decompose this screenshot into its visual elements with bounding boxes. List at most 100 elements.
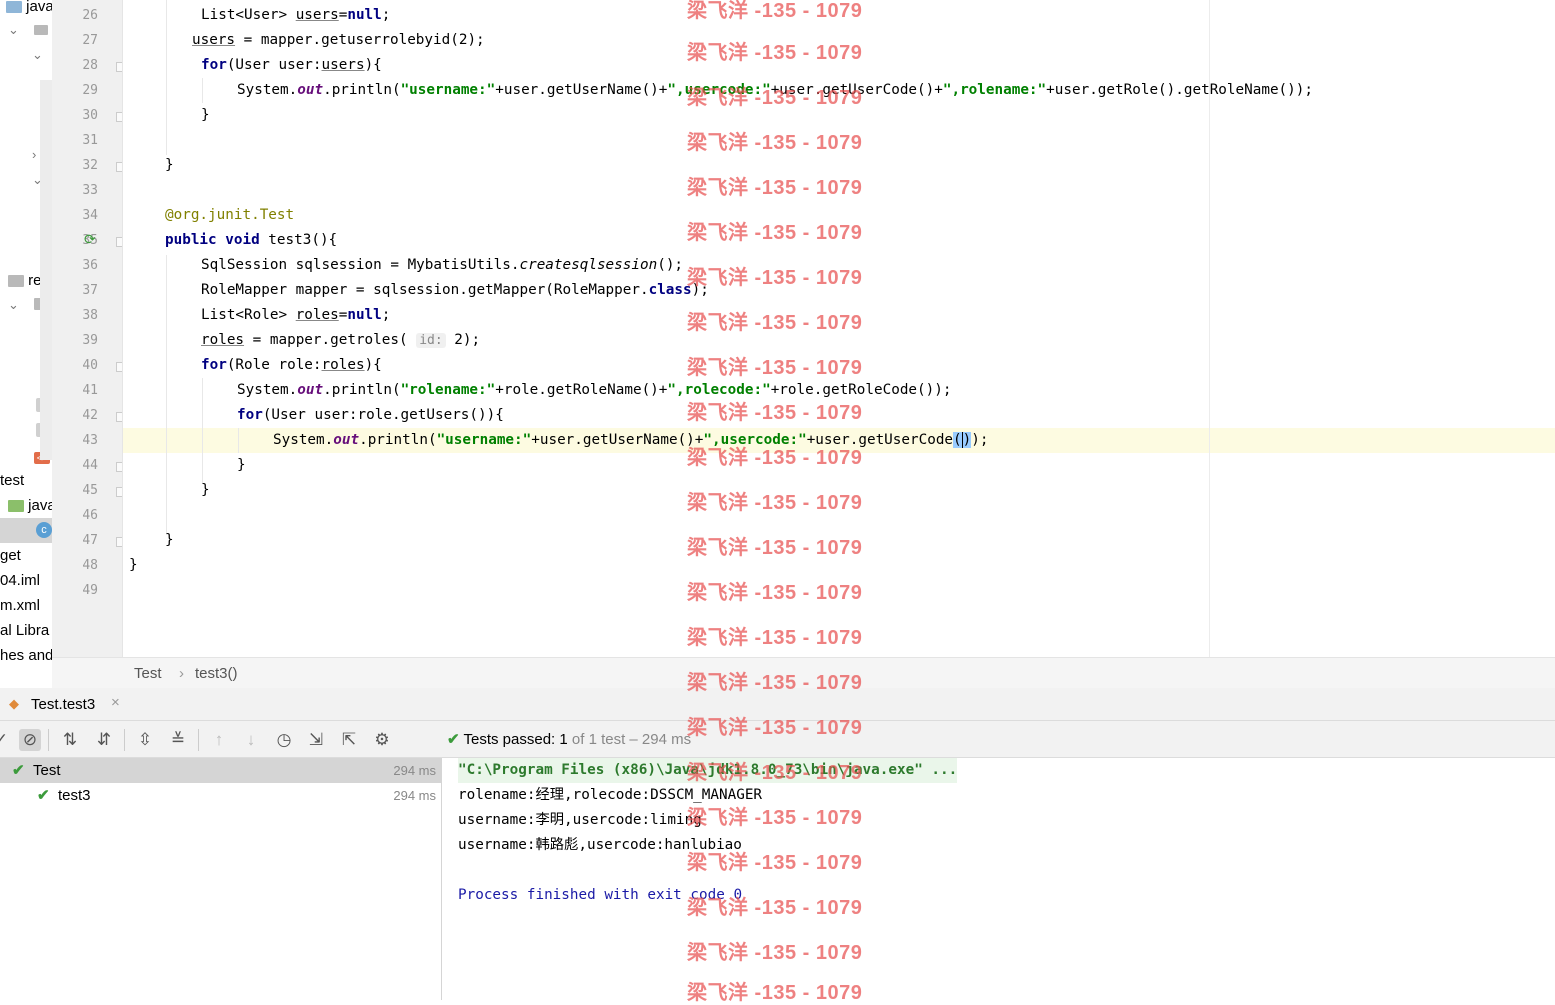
line-number: 46 [82,508,98,523]
line-number: 39 [82,333,98,348]
tree-item-test[interactable]: test [0,468,24,493]
sort-alpha-icon[interactable]: ⇅ [59,729,81,751]
show-ignored-icon[interactable]: ⊘ [19,729,41,751]
check-icon: ✔ [37,787,50,804]
editor-gutter: 26 27 28 29 30 31 32 33 34 35 36 37 38 3… [52,0,126,657]
arrow-down-icon[interactable]: ↓ [240,729,262,751]
class-icon: c [36,522,52,538]
indent-guide [166,255,167,535]
check-icon[interactable]: ✓ [0,729,12,751]
breadcrumb-method[interactable]: test3() [195,665,238,682]
line-number: 32 [82,158,98,173]
chevron-down-icon[interactable]: ⌄ [8,297,19,313]
code-line-47: } [165,532,174,548]
console-exit-line: Process finished with exit code 0 [458,887,743,903]
folder-icon [8,500,24,513]
tree-item-external-libraries[interactable]: al Libra [0,618,49,643]
code-line-41: System.out.println("rolename:"+role.getR… [237,382,952,398]
line-number: 41 [82,383,98,398]
indent-guide [238,428,239,453]
sort-duration-icon[interactable]: ⇵ [93,729,115,751]
indent-guide [166,0,167,155]
expand-all-icon[interactable]: ⇳ [134,729,156,751]
code-line-38: List<Role> roles=null; [201,307,391,323]
run-tab-label[interactable]: Test.test3 [31,696,95,713]
tree-item-java[interactable]: java [6,0,52,19]
test-row-root[interactable]: ✔ Test 294 ms [0,758,441,783]
code-line-34: @org.junit.Test [165,207,295,223]
breadcrumb-class[interactable]: Test [134,665,162,682]
code-line-39: roles = mapper.getroles( id: 2); [201,332,481,348]
line-number: 34 [82,208,98,223]
breadcrumb-separator-icon: › [179,665,184,682]
package-icon [34,25,48,35]
code-line-45: } [201,482,210,498]
chevron-right-icon[interactable]: › [32,147,36,162]
line-number: 40 [82,358,98,373]
chevron-down-icon[interactable]: ⌄ [8,22,19,38]
code-line-30: } [201,107,210,123]
export-icon[interactable]: ⇱ [338,729,360,751]
test-row-test3[interactable]: ✔ test3 294 ms [0,783,441,808]
code-line-48: } [129,557,138,573]
import-icon[interactable]: ⇲ [305,729,327,751]
tree-item-scratches[interactable]: hes and [0,643,52,668]
code-line-28: for(User user:users){ [201,57,382,73]
toolbar-separator [124,729,125,751]
chevron-down-icon[interactable]: ⌄ [32,47,43,63]
code-line-42: for(User user:role.getUsers()){ [237,407,504,423]
code-line-40: for(Role role:roles){ [201,357,382,373]
line-number: 31 [82,133,98,148]
code-line-43: System.out.println("username:"+user.getU… [273,432,989,448]
history-icon[interactable]: ◷ [273,729,295,751]
code-line-37: RoleMapper mapper = sqlsession.getMapper… [201,282,709,298]
line-number: 45 [82,483,98,498]
folder-icon [8,275,24,288]
collapse-all-icon[interactable]: ≚ [167,729,189,751]
line-number: 47 [82,533,98,548]
line-number: 29 [82,83,98,98]
code-line-44: } [237,457,246,473]
run-test-icon[interactable]: ⟳ [84,232,96,248]
line-number: 33 [82,183,98,198]
tree-item-selected[interactable]: c [0,518,52,543]
test-runner-toolbar: ✓ ⊘ ⇅ ⇵ ⇳ ≚ ↑ ↓ ◷ ⇲ ⇱ ⚙ ✔ Tests passed: … [0,721,1555,758]
run-tab-bar: ◆ Test.test3 × [0,688,1555,721]
indent-guide [202,78,203,103]
line-number: 44 [82,458,98,473]
console-command-line: "C:\Program Files (x86)\Java\jdk1.8.0_73… [458,758,958,783]
gear-icon[interactable]: ⚙ [371,729,393,751]
code-line-32: } [165,157,174,173]
line-number: 38 [82,308,98,323]
console-output[interactable]: "C:\Program Files (x86)\Java\jdk1.8.0_73… [442,758,1555,1000]
toolbar-separator [198,729,199,751]
close-icon[interactable]: × [111,694,120,711]
parameter-hint: id: [416,333,446,348]
test-results-tree: ✔ Test 294 ms ✔ test3 294 ms [0,758,442,1000]
arrow-up-icon[interactable]: ↑ [208,729,230,751]
tree-item-pom[interactable]: m.xml [0,593,40,618]
line-number: 28 [82,58,98,73]
tree-item-java-test[interactable]: java [8,493,52,518]
indent-guide [202,378,203,483]
console-line: username:韩路彪,usercode:hanlubiao [458,837,742,853]
line-number: 43 [82,433,98,448]
code-line-35: public void test3(){ [165,232,338,248]
code-line-29: System.out.println("username:"+user.getU… [237,82,1313,98]
tree-item-target[interactable]: get [0,543,21,568]
breadcrumb: Test › test3() [52,657,1555,688]
code-line-26: List<User> users=null; [201,7,391,23]
tree-scrollbar[interactable] [40,80,52,460]
line-number: 49 [82,583,98,598]
test-config-icon: ◆ [9,696,19,711]
check-icon: ✔ [447,731,460,748]
line-number: 30 [82,108,98,123]
code-line-27: users = mapper.getuserrolebyid(2); [192,32,485,48]
line-number: 48 [82,558,98,573]
tree-item-iml[interactable]: 04.iml [0,568,40,593]
code-line-36: SqlSession sqlsession = MybatisUtils.cre… [201,257,684,273]
check-icon: ✔ [12,762,25,779]
console-line: username:李明,usercode:liming [458,812,702,828]
line-number: 42 [82,408,98,423]
line-number: 26 [82,8,98,23]
